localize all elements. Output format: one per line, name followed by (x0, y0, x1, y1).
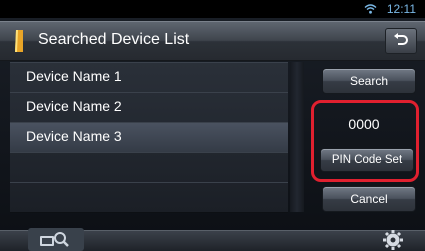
scrollbar[interactable] (290, 62, 304, 212)
list-item-empty (10, 182, 288, 213)
wifi-icon (364, 4, 377, 14)
device-name: Device Name 3 (26, 128, 122, 144)
gear-icon[interactable] (381, 229, 405, 251)
device-name: Device Name 2 (26, 98, 122, 114)
pin-code-set-button[interactable]: PIN Code Set (320, 148, 414, 172)
device-list: Device Name 1 Device Name 2 Device Name … (10, 62, 288, 213)
cancel-button[interactable]: Cancel (322, 186, 416, 212)
status-bar: 12:11 (0, 0, 425, 18)
bluetooth-phone-icon (15, 30, 23, 52)
bluetooth-device-search-screen: 12:11 Searched Device List Device Name 1… (0, 0, 425, 251)
back-button[interactable] (385, 28, 417, 54)
clock: 12:11 (386, 2, 416, 16)
list-item-empty (10, 152, 288, 183)
device-name: Device Name 1 (26, 68, 122, 84)
pin-code-value: 0000 (348, 116, 380, 132)
list-item[interactable]: Device Name 3 (10, 122, 288, 153)
title-bar: Searched Device List (0, 21, 425, 61)
device-search-icon[interactable] (28, 228, 84, 251)
list-item[interactable]: Device Name 2 (10, 92, 288, 123)
page-title: Searched Device List (38, 31, 190, 48)
return-arrow-icon (394, 33, 408, 45)
list-item[interactable]: Device Name 1 (10, 62, 288, 93)
search-button[interactable]: Search (322, 68, 416, 94)
